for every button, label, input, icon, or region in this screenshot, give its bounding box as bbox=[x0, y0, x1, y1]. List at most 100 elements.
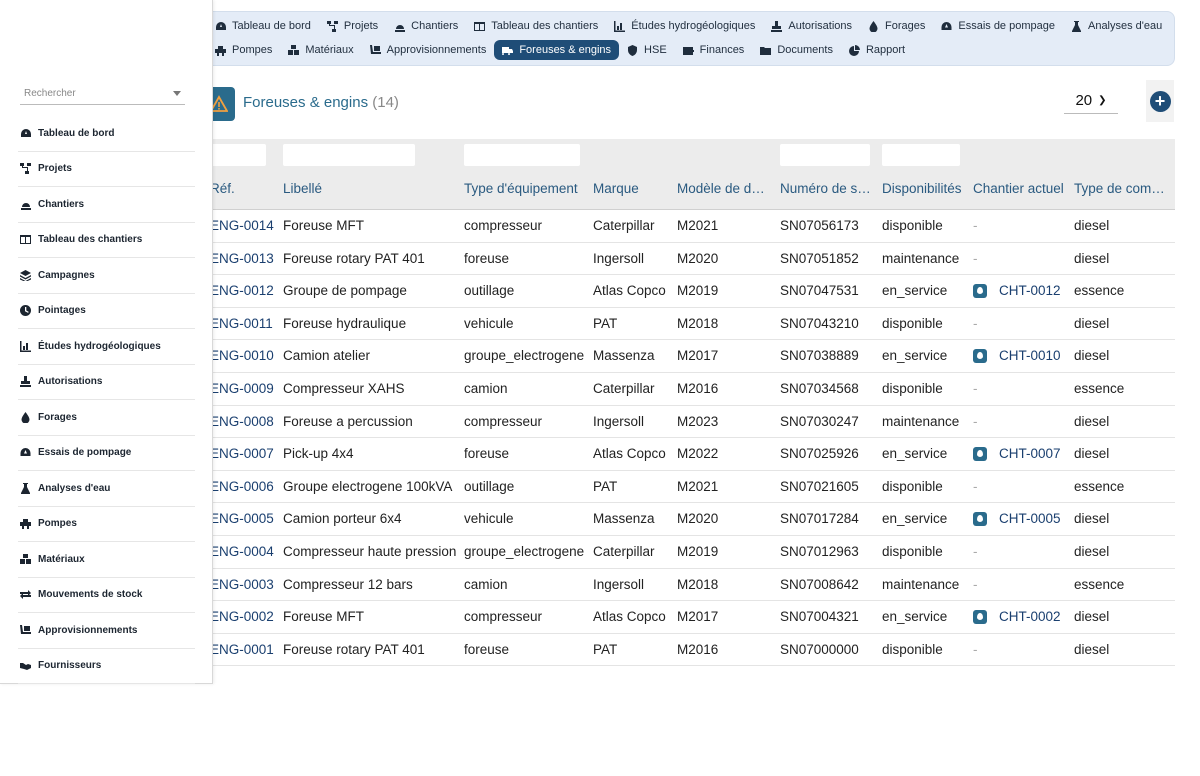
table-row[interactable]: ENG-0012 Groupe de pompage outillage Atlas … bbox=[196, 275, 1175, 308]
reference-link[interactable]: ENG-0011 bbox=[210, 316, 280, 331]
top-nav-item-forages[interactable]: Forages bbox=[860, 16, 933, 36]
table-row[interactable]: ENG-0010 Camion atelier groupe_electrogene… bbox=[196, 340, 1175, 373]
table-cell: diesel bbox=[1074, 543, 1110, 559]
chantier-code: CHT-0005 bbox=[999, 511, 1061, 527]
table-row[interactable]: ENG-0006 Groupe electrogene 100kVA outilla… bbox=[196, 471, 1175, 504]
reference-link[interactable]: ENG-0012 bbox=[210, 283, 280, 298]
column-header[interactable]: Marque bbox=[593, 181, 675, 196]
shield-icon bbox=[627, 44, 638, 56]
table-cell: outillage bbox=[464, 283, 515, 299]
reference-link[interactable]: ENG-0005 bbox=[210, 511, 280, 526]
top-nav-item-mat-riaux[interactable]: Matériaux bbox=[280, 40, 361, 60]
table-row[interactable]: ENG-0008 Foreuse a percussion compresseur I… bbox=[196, 406, 1175, 439]
page-size-select[interactable]: 20 ❯ bbox=[1064, 88, 1118, 114]
sidebar-item-materiaux[interactable]: Matériaux bbox=[18, 542, 195, 578]
column-header[interactable]: Chantier actuel bbox=[973, 181, 1071, 196]
top-nav-item-tableau-de-bord[interactable]: Tableau de bord bbox=[207, 16, 319, 36]
reference-link[interactable]: ENG-0001 bbox=[210, 642, 280, 657]
sidebar-item-projets[interactable]: Projets bbox=[18, 152, 195, 187]
table-row[interactable]: ENG-0013 Foreuse rotary PAT 401 foreuse Ing… bbox=[196, 243, 1175, 276]
reference-link[interactable]: ENG-0014 bbox=[210, 218, 280, 233]
sidebar-item-forages[interactable]: Forages bbox=[18, 400, 195, 436]
column-filter-input[interactable] bbox=[882, 144, 960, 166]
equipment-table: Réf. Libellé Type d'équipement Marque Modèle… bbox=[196, 139, 1175, 667]
table-icon bbox=[474, 21, 486, 32]
top-nav-item-finances[interactable]: Finances bbox=[675, 40, 753, 60]
table-row[interactable]: ENG-0014 Foreuse MFT compresseur Caterpilla… bbox=[196, 210, 1175, 243]
chantier-link[interactable]: CHT-0007 bbox=[973, 446, 1071, 461]
reference-link[interactable]: ENG-0009 bbox=[210, 381, 280, 396]
top-nav-item-chantiers[interactable]: Chantiers bbox=[386, 16, 466, 36]
sidebar-item-essais-de-pompage[interactable]: Essais de pompage bbox=[18, 436, 195, 471]
column-header[interactable]: Disponibilités bbox=[882, 181, 970, 196]
reference-link[interactable]: ENG-0004 bbox=[210, 544, 280, 559]
sidebar-item-approvisionnements[interactable]: Approvisionnements bbox=[18, 613, 195, 649]
top-nav-item-projets[interactable]: Projets bbox=[319, 16, 386, 36]
column-filter-input[interactable] bbox=[780, 144, 870, 166]
reference-link[interactable]: ENG-0013 bbox=[210, 251, 280, 266]
table-row[interactable]: ENG-0011 Foreuse hydraulique vehicule PAT M2… bbox=[196, 308, 1175, 341]
column-filter-input[interactable] bbox=[464, 144, 580, 166]
sidebar-item-campagnes[interactable]: Campagnes bbox=[18, 258, 195, 294]
search-input[interactable]: Rechercher bbox=[20, 85, 185, 105]
table-row[interactable]: ENG-0001 Foreuse rotary PAT 401 foreuse PAT… bbox=[196, 634, 1175, 667]
column-header[interactable]: Type d'équipement bbox=[464, 181, 590, 196]
sidebar-item-chantiers[interactable]: Chantiers bbox=[18, 187, 195, 223]
top-nav-item-approvisionnements[interactable]: Approvisionnements bbox=[362, 40, 495, 60]
sidebar-item-etudes-hydrogeologiques[interactable]: Études hydrogéologiques bbox=[18, 329, 195, 365]
table-cell: disponible bbox=[882, 218, 943, 233]
column-filter-input[interactable] bbox=[206, 144, 266, 166]
chantier-empty: - bbox=[973, 478, 978, 494]
top-nav-item-tableau-des-chantiers[interactable]: Tableau des chantiers bbox=[466, 16, 606, 36]
sidebar-item-pointages[interactable]: Pointages bbox=[18, 294, 195, 329]
stamp-icon bbox=[19, 376, 31, 388]
top-nav-item-essais-de-pompage[interactable]: Essais de pompage bbox=[933, 16, 1063, 36]
chantier-link[interactable]: CHT-0005 bbox=[973, 511, 1071, 526]
column-filter-input[interactable] bbox=[283, 144, 415, 166]
column-header[interactable]: Modèle de d… bbox=[677, 181, 777, 196]
reference-link[interactable]: ENG-0002 bbox=[210, 609, 280, 624]
top-nav-item-documents[interactable]: Documents bbox=[752, 40, 841, 60]
chantier-link[interactable]: CHT-0012 bbox=[973, 283, 1071, 298]
sidebar-item-tableau-des-chantiers[interactable]: Tableau des chantiers bbox=[18, 223, 195, 258]
chantier-link[interactable]: CHT-0002 bbox=[973, 609, 1071, 624]
sidebar-item-mouvements-de-stock[interactable]: Mouvements de stock bbox=[18, 578, 195, 613]
column-header[interactable]: Numéro de s… bbox=[780, 181, 878, 196]
reference-link[interactable]: ENG-0006 bbox=[210, 479, 280, 494]
table-cell: maintenance bbox=[882, 576, 960, 592]
table-row[interactable]: ENG-0003 Compresseur 12 bars camion Ingerso… bbox=[196, 569, 1175, 602]
reference-link[interactable]: ENG-0008 bbox=[210, 414, 280, 429]
table-cell: compresseur bbox=[464, 609, 543, 625]
chantier-link[interactable]: CHT-0010 bbox=[973, 348, 1071, 363]
top-nav-item-rapport[interactable]: Rapport bbox=[841, 40, 913, 60]
table-row[interactable]: ENG-0004 Compresseur haute pression groupe… bbox=[196, 536, 1175, 569]
table-row[interactable]: ENG-0007 Pick-up 4x4 foreuse Atlas Copco M20… bbox=[196, 438, 1175, 471]
table-row[interactable]: ENG-0009 Compresseur XAHS camion Caterpilla… bbox=[196, 373, 1175, 406]
top-nav-item-foreuses-engins[interactable]: Foreuses & engins bbox=[494, 40, 620, 60]
add-button[interactable]: + bbox=[1146, 80, 1174, 122]
handshake-icon bbox=[19, 660, 31, 672]
sidebar-item-analyses-d-eau[interactable]: Analyses d'eau bbox=[18, 471, 195, 507]
table-row[interactable]: ENG-0002 Foreuse MFT compresseur Atlas Copc… bbox=[196, 601, 1175, 634]
sidebar-item-fournisseurs[interactable]: Fournisseurs bbox=[18, 649, 195, 684]
top-nav-item-pompes[interactable]: Pompes bbox=[207, 40, 280, 60]
top-nav-item-analyses-d-eau[interactable]: Analyses d'eau bbox=[1063, 16, 1170, 36]
table-row[interactable]: ENG-0005 Camion porteur 6x4 vehicule Massen… bbox=[196, 503, 1175, 536]
column-header[interactable]: Type de com… bbox=[1074, 181, 1172, 196]
top-nav-item--tudes-hydrog-ologiques[interactable]: Études hydrogéologiques bbox=[606, 16, 763, 36]
table-cell: disponible bbox=[882, 641, 943, 657]
column-header[interactable]: Libellé bbox=[283, 181, 461, 196]
reference-link[interactable]: ENG-0010 bbox=[210, 348, 280, 363]
chevron-down-icon: ❯ bbox=[1098, 95, 1107, 106]
table-cell: Foreuse rotary PAT 401 bbox=[283, 641, 425, 657]
reference-link[interactable]: ENG-0003 bbox=[210, 577, 280, 592]
chantier-empty: - bbox=[973, 413, 978, 429]
sidebar-item-pompes[interactable]: Pompes bbox=[18, 507, 195, 542]
sidebar-item-label: Analyses d'eau bbox=[38, 482, 111, 494]
reference-link[interactable]: ENG-0007 bbox=[210, 446, 280, 461]
top-nav-item-autorisations[interactable]: Autorisations bbox=[763, 16, 860, 36]
top-nav-item-hse[interactable]: HSE bbox=[619, 40, 675, 60]
column-header[interactable]: Réf. bbox=[210, 181, 280, 196]
sidebar-item-autorisations[interactable]: Autorisations bbox=[18, 365, 195, 400]
sidebar-item-tableau-de-bord[interactable]: Tableau de bord bbox=[18, 116, 195, 152]
